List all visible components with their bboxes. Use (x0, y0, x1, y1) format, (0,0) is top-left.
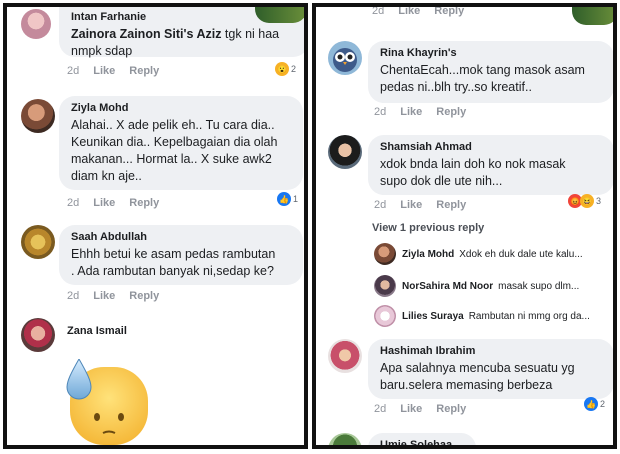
comment-text: xdok bnda lain doh ko nok masak supo dok… (380, 157, 566, 188)
reply-button[interactable]: Reply (129, 65, 159, 77)
commenter-name[interactable]: Rina Khayrin's (380, 47, 604, 59)
comment-bubble-shamsiah: Shamsiah Ahmad xdok bnda lain doh ko nok… (368, 135, 613, 195)
reply-button[interactable]: Reply (129, 290, 159, 302)
comment-bubble-umie: Umie Solehaa (368, 433, 476, 445)
reaction-count[interactable]: 😡 😆 3 (568, 193, 601, 209)
wow-reaction-icon: 😮 (275, 62, 289, 76)
comment-bubble-ziyla: Ziyla Mohd Alahai.. X ade pelik eh.. Tu … (59, 96, 303, 190)
comment-text: Ehhh betui ke asam pedas rambutan . Ada … (71, 247, 276, 278)
reply-item[interactable]: Ziyla Mohd Xdok eh duk dale ute kalu... (374, 243, 583, 265)
timestamp: 2d (374, 199, 387, 211)
comment-bubble-saah: Saah Abdullah Ehhh betui ke asam pedas r… (59, 225, 303, 285)
comment-text: Apa salahnya mencuba sesuatu yg baru.sel… (380, 361, 575, 392)
comment-bubble-hashimah: Hashimah Ibrahim Apa salahnya mencuba se… (368, 339, 613, 399)
comment-bubble-rina: Rina Khayrin's ChentaEcah...mok tang mas… (368, 41, 613, 103)
reply-text: Xdok eh duk dale ute kalu... (459, 248, 583, 260)
avatar-intan-farhanie[interactable] (21, 9, 51, 39)
like-reaction-icon: 👍 (277, 192, 291, 206)
comment-text: Alahai.. X ade pelik eh.. Tu cara dia.. … (71, 118, 278, 183)
reply-button[interactable]: Reply (436, 403, 466, 415)
cover-thumbnail-fragment (572, 7, 613, 25)
reply-button[interactable]: Reply (129, 197, 159, 209)
mention-tag[interactable]: Zainora Zainon Siti's Aziz (71, 27, 221, 41)
reaction-number: 1 (293, 194, 299, 204)
commenter-name[interactable]: Saah Abdullah (71, 231, 293, 243)
reply-author-name[interactable]: NorSahira Md Noor (402, 281, 493, 292)
cover-thumbnail-fragment (255, 7, 304, 23)
left-screenshot-panel: Intan Farhanie Zainora Zainon Siti's Azi… (3, 3, 308, 449)
comment-actions: 2d Like Reply (372, 5, 478, 17)
reaction-number: 2 (600, 399, 606, 409)
reply-text: masak supo dlm... (498, 280, 580, 292)
like-button[interactable]: Like (400, 199, 422, 211)
reaction-count[interactable]: 👍 2 (584, 396, 605, 412)
like-button[interactable]: Like (400, 106, 422, 118)
avatar-norsahira-small[interactable] (374, 275, 396, 297)
reaction-number: 2 (291, 64, 297, 74)
avatar-zana-ismail[interactable] (21, 318, 55, 352)
reaction-count[interactable]: 👍 1 (277, 191, 298, 207)
owl-avatar-icon (333, 48, 357, 72)
timestamp: 2d (67, 290, 80, 302)
like-button[interactable]: Like (398, 7, 420, 17)
comment-text: Zainora Zainon Siti's Aziz tgk ni haa nm… (71, 26, 299, 60)
commenter-name[interactable]: Shamsiah Ahmad (380, 141, 604, 153)
comment-actions: 2d Like Reply (374, 403, 480, 415)
comment-actions: 2d Like Reply (67, 65, 173, 77)
timestamp: 2d (372, 5, 385, 17)
like-reaction-icon: 👍 (584, 397, 598, 411)
timestamp: 2d (67, 65, 80, 77)
comment-actions: 2d Like Reply (67, 197, 173, 209)
reply-item[interactable]: NorSahira Md Noor masak supo dlm... (374, 275, 579, 297)
comment-actions: 2d Like Reply (67, 290, 173, 302)
commenter-name[interactable]: Hashimah Ibrahim (380, 345, 604, 357)
comment-text: ChentaEcah...mok tang masok asam pedas n… (380, 63, 585, 94)
like-button[interactable]: Like (93, 197, 115, 209)
reply-author-name[interactable]: Ziyla Mohd (402, 249, 454, 260)
commenter-name[interactable]: Zana Ismail (67, 325, 127, 337)
avatar-lilies-small[interactable] (374, 305, 396, 327)
comment-actions: 2d Like Reply (374, 199, 480, 211)
comment-actions: 2d Like Reply (374, 106, 480, 118)
avatar-hashimah-ibrahim[interactable] (328, 339, 362, 373)
reaction-count[interactable]: 😮 2 (275, 61, 296, 77)
reply-button[interactable]: Reply (434, 7, 464, 17)
avatar-ziyla-mohd[interactable] (21, 99, 55, 133)
reply-author-name[interactable]: Lilies Suraya (402, 311, 464, 322)
like-button[interactable]: Like (93, 65, 115, 77)
avatar-rina-khayrins[interactable] (328, 41, 362, 75)
reply-text: Rambutan ni mmg org da... (468, 310, 590, 322)
like-button[interactable]: Like (400, 403, 422, 415)
avatar-umie-solehaa[interactable] (328, 433, 362, 445)
view-previous-replies-link[interactable]: View 1 previous reply (372, 222, 484, 234)
reply-button[interactable]: Reply (436, 106, 466, 118)
reaction-number: 3 (596, 196, 602, 206)
right-screenshot-panel: 2d Like Reply Rina Khayrin's ChentaEcah...… (312, 3, 617, 449)
avatar-ziyla-mohd-small[interactable] (374, 243, 396, 265)
commenter-name[interactable]: Umie Solehaa (380, 439, 466, 445)
sweat-face-sticker (65, 357, 155, 445)
avatar-saah-abdullah[interactable] (21, 225, 55, 259)
timestamp: 2d (374, 106, 387, 118)
reply-button[interactable]: Reply (436, 199, 466, 211)
commenter-name[interactable]: Ziyla Mohd (71, 102, 293, 114)
avatar-shamsiah-ahmad[interactable] (328, 135, 362, 169)
haha-reaction-icon: 😆 (580, 194, 594, 208)
timestamp: 2d (67, 197, 80, 209)
reply-item[interactable]: Lilies Suraya Rambutan ni mmg org da... (374, 305, 590, 327)
like-button[interactable]: Like (93, 290, 115, 302)
timestamp: 2d (374, 403, 387, 415)
